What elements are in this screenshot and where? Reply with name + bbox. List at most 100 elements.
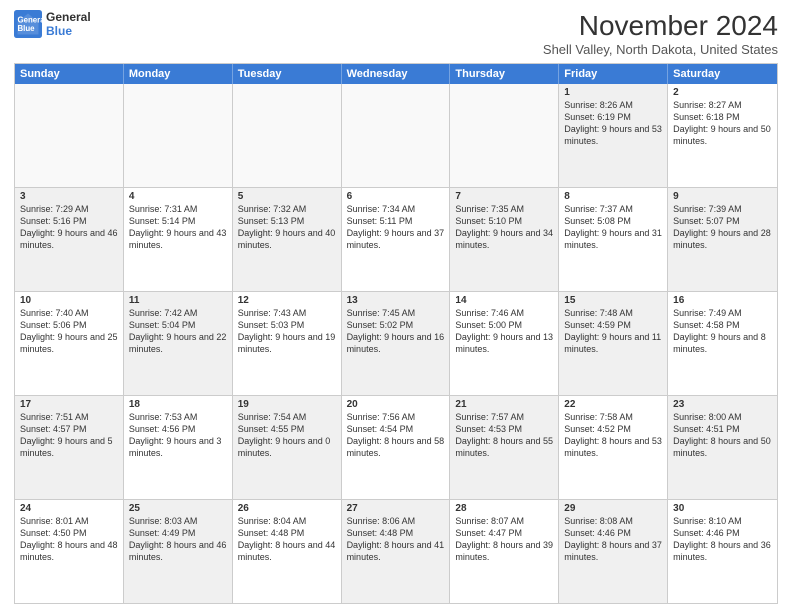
main-title: November 2024 bbox=[543, 10, 778, 42]
cal-cell: 28Sunrise: 8:07 AM Sunset: 4:47 PM Dayli… bbox=[450, 500, 559, 603]
cal-cell: 23Sunrise: 8:00 AM Sunset: 4:51 PM Dayli… bbox=[668, 396, 777, 499]
cal-cell: 21Sunrise: 7:57 AM Sunset: 4:53 PM Dayli… bbox=[450, 396, 559, 499]
day-number: 13 bbox=[347, 295, 445, 306]
cell-info: Sunrise: 7:35 AM Sunset: 5:10 PM Dayligh… bbox=[455, 203, 553, 252]
cal-row-4: 24Sunrise: 8:01 AM Sunset: 4:50 PM Dayli… bbox=[15, 500, 777, 603]
day-header-friday: Friday bbox=[559, 64, 668, 84]
day-number: 26 bbox=[238, 503, 336, 514]
cal-cell: 2Sunrise: 8:27 AM Sunset: 6:18 PM Daylig… bbox=[668, 84, 777, 187]
cal-cell: 1Sunrise: 8:26 AM Sunset: 6:19 PM Daylig… bbox=[559, 84, 668, 187]
cal-cell bbox=[124, 84, 233, 187]
day-number: 6 bbox=[347, 191, 445, 202]
logo-text-blue: Blue bbox=[46, 24, 91, 38]
cell-info: Sunrise: 8:07 AM Sunset: 4:47 PM Dayligh… bbox=[455, 515, 553, 564]
logo: General Blue General Blue bbox=[14, 10, 91, 39]
cal-cell: 14Sunrise: 7:46 AM Sunset: 5:00 PM Dayli… bbox=[450, 292, 559, 395]
day-header-saturday: Saturday bbox=[668, 64, 777, 84]
cal-cell: 25Sunrise: 8:03 AM Sunset: 4:49 PM Dayli… bbox=[124, 500, 233, 603]
cell-info: Sunrise: 7:34 AM Sunset: 5:11 PM Dayligh… bbox=[347, 203, 445, 252]
subtitle: Shell Valley, North Dakota, United State… bbox=[543, 42, 778, 57]
calendar-body: 1Sunrise: 8:26 AM Sunset: 6:19 PM Daylig… bbox=[15, 84, 777, 603]
cell-info: Sunrise: 8:06 AM Sunset: 4:48 PM Dayligh… bbox=[347, 515, 445, 564]
day-header-sunday: Sunday bbox=[15, 64, 124, 84]
cell-info: Sunrise: 7:42 AM Sunset: 5:04 PM Dayligh… bbox=[129, 307, 227, 356]
cal-cell: 8Sunrise: 7:37 AM Sunset: 5:08 PM Daylig… bbox=[559, 188, 668, 291]
day-number: 27 bbox=[347, 503, 445, 514]
day-number: 8 bbox=[564, 191, 662, 202]
cal-cell: 16Sunrise: 7:49 AM Sunset: 4:58 PM Dayli… bbox=[668, 292, 777, 395]
cal-cell: 29Sunrise: 8:08 AM Sunset: 4:46 PM Dayli… bbox=[559, 500, 668, 603]
day-number: 28 bbox=[455, 503, 553, 514]
cal-row-3: 17Sunrise: 7:51 AM Sunset: 4:57 PM Dayli… bbox=[15, 396, 777, 500]
cal-cell: 18Sunrise: 7:53 AM Sunset: 4:56 PM Dayli… bbox=[124, 396, 233, 499]
cal-cell: 6Sunrise: 7:34 AM Sunset: 5:11 PM Daylig… bbox=[342, 188, 451, 291]
day-header-tuesday: Tuesday bbox=[233, 64, 342, 84]
cell-info: Sunrise: 7:46 AM Sunset: 5:00 PM Dayligh… bbox=[455, 307, 553, 356]
cell-info: Sunrise: 8:01 AM Sunset: 4:50 PM Dayligh… bbox=[20, 515, 118, 564]
cal-cell: 10Sunrise: 7:40 AM Sunset: 5:06 PM Dayli… bbox=[15, 292, 124, 395]
cell-info: Sunrise: 7:31 AM Sunset: 5:14 PM Dayligh… bbox=[129, 203, 227, 252]
cell-info: Sunrise: 7:29 AM Sunset: 5:16 PM Dayligh… bbox=[20, 203, 118, 252]
cal-row-0: 1Sunrise: 8:26 AM Sunset: 6:19 PM Daylig… bbox=[15, 84, 777, 188]
cal-cell: 5Sunrise: 7:32 AM Sunset: 5:13 PM Daylig… bbox=[233, 188, 342, 291]
cal-cell: 9Sunrise: 7:39 AM Sunset: 5:07 PM Daylig… bbox=[668, 188, 777, 291]
cal-cell: 13Sunrise: 7:45 AM Sunset: 5:02 PM Dayli… bbox=[342, 292, 451, 395]
day-number: 23 bbox=[673, 399, 772, 410]
cell-info: Sunrise: 7:39 AM Sunset: 5:07 PM Dayligh… bbox=[673, 203, 772, 252]
cell-info: Sunrise: 7:54 AM Sunset: 4:55 PM Dayligh… bbox=[238, 411, 336, 460]
day-number: 9 bbox=[673, 191, 772, 202]
cal-cell: 3Sunrise: 7:29 AM Sunset: 5:16 PM Daylig… bbox=[15, 188, 124, 291]
day-number: 16 bbox=[673, 295, 772, 306]
cell-info: Sunrise: 8:10 AM Sunset: 4:46 PM Dayligh… bbox=[673, 515, 772, 564]
cell-info: Sunrise: 8:03 AM Sunset: 4:49 PM Dayligh… bbox=[129, 515, 227, 564]
cal-cell: 12Sunrise: 7:43 AM Sunset: 5:03 PM Dayli… bbox=[233, 292, 342, 395]
cal-cell: 20Sunrise: 7:56 AM Sunset: 4:54 PM Dayli… bbox=[342, 396, 451, 499]
cell-info: Sunrise: 7:58 AM Sunset: 4:52 PM Dayligh… bbox=[564, 411, 662, 460]
cal-cell bbox=[233, 84, 342, 187]
day-number: 19 bbox=[238, 399, 336, 410]
svg-text:General: General bbox=[18, 16, 43, 25]
cal-cell: 30Sunrise: 8:10 AM Sunset: 4:46 PM Dayli… bbox=[668, 500, 777, 603]
cell-info: Sunrise: 8:26 AM Sunset: 6:19 PM Dayligh… bbox=[564, 99, 662, 148]
cell-info: Sunrise: 8:08 AM Sunset: 4:46 PM Dayligh… bbox=[564, 515, 662, 564]
day-number: 10 bbox=[20, 295, 118, 306]
cal-row-2: 10Sunrise: 7:40 AM Sunset: 5:06 PM Dayli… bbox=[15, 292, 777, 396]
day-number: 11 bbox=[129, 295, 227, 306]
cell-info: Sunrise: 7:37 AM Sunset: 5:08 PM Dayligh… bbox=[564, 203, 662, 252]
day-number: 3 bbox=[20, 191, 118, 202]
cell-info: Sunrise: 7:49 AM Sunset: 4:58 PM Dayligh… bbox=[673, 307, 772, 356]
cal-cell: 11Sunrise: 7:42 AM Sunset: 5:04 PM Dayli… bbox=[124, 292, 233, 395]
cal-cell: 7Sunrise: 7:35 AM Sunset: 5:10 PM Daylig… bbox=[450, 188, 559, 291]
cell-info: Sunrise: 7:43 AM Sunset: 5:03 PM Dayligh… bbox=[238, 307, 336, 356]
day-number: 25 bbox=[129, 503, 227, 514]
day-number: 15 bbox=[564, 295, 662, 306]
title-block: November 2024 Shell Valley, North Dakota… bbox=[543, 10, 778, 57]
calendar: SundayMondayTuesdayWednesdayThursdayFrid… bbox=[14, 63, 778, 604]
cal-cell: 22Sunrise: 7:58 AM Sunset: 4:52 PM Dayli… bbox=[559, 396, 668, 499]
logo-text-general: General bbox=[46, 10, 91, 24]
day-number: 29 bbox=[564, 503, 662, 514]
cell-info: Sunrise: 7:56 AM Sunset: 4:54 PM Dayligh… bbox=[347, 411, 445, 460]
day-number: 14 bbox=[455, 295, 553, 306]
cell-info: Sunrise: 7:32 AM Sunset: 5:13 PM Dayligh… bbox=[238, 203, 336, 252]
cal-cell: 17Sunrise: 7:51 AM Sunset: 4:57 PM Dayli… bbox=[15, 396, 124, 499]
header: General Blue General Blue November 2024 … bbox=[14, 10, 778, 57]
cell-info: Sunrise: 7:40 AM Sunset: 5:06 PM Dayligh… bbox=[20, 307, 118, 356]
cal-cell bbox=[450, 84, 559, 187]
page: General Blue General Blue November 2024 … bbox=[0, 0, 792, 612]
cal-cell: 4Sunrise: 7:31 AM Sunset: 5:14 PM Daylig… bbox=[124, 188, 233, 291]
day-number: 5 bbox=[238, 191, 336, 202]
cell-info: Sunrise: 7:48 AM Sunset: 4:59 PM Dayligh… bbox=[564, 307, 662, 356]
day-header-thursday: Thursday bbox=[450, 64, 559, 84]
cell-info: Sunrise: 7:51 AM Sunset: 4:57 PM Dayligh… bbox=[20, 411, 118, 460]
cal-cell: 24Sunrise: 8:01 AM Sunset: 4:50 PM Dayli… bbox=[15, 500, 124, 603]
cell-info: Sunrise: 7:57 AM Sunset: 4:53 PM Dayligh… bbox=[455, 411, 553, 460]
day-number: 2 bbox=[673, 87, 772, 98]
day-header-monday: Monday bbox=[124, 64, 233, 84]
cal-cell: 26Sunrise: 8:04 AM Sunset: 4:48 PM Dayli… bbox=[233, 500, 342, 603]
day-number: 18 bbox=[129, 399, 227, 410]
cell-info: Sunrise: 7:53 AM Sunset: 4:56 PM Dayligh… bbox=[129, 411, 227, 460]
cal-cell: 15Sunrise: 7:48 AM Sunset: 4:59 PM Dayli… bbox=[559, 292, 668, 395]
cell-info: Sunrise: 7:45 AM Sunset: 5:02 PM Dayligh… bbox=[347, 307, 445, 356]
cal-cell bbox=[342, 84, 451, 187]
